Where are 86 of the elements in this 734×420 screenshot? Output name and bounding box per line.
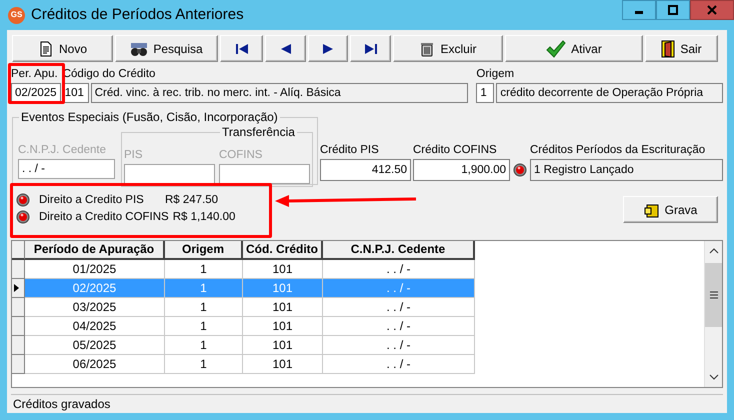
cabinet-icon	[644, 202, 660, 218]
scroll-up-icon	[708, 246, 718, 255]
first-button[interactable]	[220, 35, 263, 62]
group-title: Eventos Especiais (Fusão, Cisão, Incorporação)	[19, 110, 280, 124]
trash-can-icon	[419, 40, 436, 56]
row-indicator[interactable]	[12, 278, 25, 298]
first-record-icon	[234, 42, 248, 54]
description-field: crédito decorrente de Operação Própria	[496, 83, 723, 103]
maximize-button[interactable]	[656, 0, 690, 20]
scroll-down-icon	[708, 373, 718, 381]
field-label: Crédito PIS	[320, 143, 380, 157]
table-cell: 05/2025	[25, 336, 165, 355]
table-cell: 101	[243, 354, 323, 374]
last-button[interactable]	[350, 35, 391, 62]
origin-code-field[interactable]: 1	[476, 83, 494, 103]
table-cell: 04/2025	[25, 316, 165, 336]
door-icon	[661, 40, 676, 58]
table-cell: 101	[243, 298, 323, 317]
close-button[interactable]	[690, 0, 734, 20]
right-label: Direito a Credito PIS	[39, 193, 145, 207]
table-cell: 06/2025	[25, 354, 165, 374]
status-light-icon	[16, 193, 30, 207]
exit-button[interactable]: Sair	[645, 35, 718, 62]
scroll-bar[interactable]	[704, 240, 722, 387]
scroll-thumb[interactable]	[705, 262, 722, 327]
save-button[interactable]: Grava	[623, 196, 718, 223]
table-cell: 1	[165, 336, 243, 355]
table-cell: . . / -	[323, 336, 475, 355]
table-cell: 03/2025	[25, 298, 165, 317]
field-label: Crédito COFINS	[413, 143, 498, 157]
field-label: Créditos Períodos da Escrituração	[530, 143, 706, 157]
maximize-icon	[668, 5, 678, 15]
cofins-field[interactable]	[219, 164, 310, 184]
binoculars-icon	[130, 40, 148, 56]
grip-icon	[710, 290, 718, 299]
table-cell: 1	[165, 298, 243, 317]
table-cell: 1	[165, 316, 243, 336]
column-header[interactable]: Cód. Crédito	[243, 240, 323, 260]
delete-button[interactable]: Excluir	[393, 35, 503, 62]
pis-field[interactable]	[124, 164, 215, 184]
next-button[interactable]	[308, 35, 348, 62]
field-label: PIS	[124, 148, 144, 162]
group-title: Transferência	[220, 125, 297, 139]
close-icon	[707, 5, 717, 15]
right-amount: R$ 247.50	[165, 193, 218, 207]
right-label: Direito a Credito COFINS	[39, 210, 169, 224]
field-label: Per. Apu.	[11, 67, 59, 81]
document-icon	[38, 40, 54, 56]
row-indicator[interactable]	[12, 260, 25, 279]
status-text: Créditos gravados	[11, 394, 723, 413]
table-cell: 1	[165, 354, 243, 374]
previous-button[interactable]	[265, 35, 306, 62]
description-field: Créd. vinc. à rec. trib. no merc. int. - Alíq. Básica	[90, 83, 468, 103]
field-label: Origem	[476, 67, 516, 81]
window-title: Créditos de Períodos Anteriores	[31, 4, 244, 25]
new-button[interactable]: Novo	[12, 35, 113, 62]
table-cell: 101	[243, 316, 323, 336]
period-field[interactable]: 02/2025	[11, 83, 61, 103]
table-cell: . . / -	[323, 298, 475, 317]
field-label: C.N.P.J. Cedente	[18, 143, 108, 157]
app-icon: GS	[8, 6, 25, 24]
current-row-icon	[12, 282, 20, 293]
table-cell: . . / -	[323, 278, 475, 298]
table-cell: 02/2025	[25, 278, 165, 298]
previous-record-icon	[280, 42, 292, 54]
credit-pis-field[interactable]: 412.50	[320, 159, 411, 181]
check-mark-icon	[546, 40, 566, 58]
column-header[interactable]: Período de Apuração	[25, 240, 165, 260]
column-header[interactable]: C.N.P.J. Cedente	[323, 240, 475, 260]
search-button[interactable]: Pesquisa	[115, 35, 218, 62]
next-record-icon	[322, 42, 334, 54]
table-cell: 101	[243, 336, 323, 355]
status-light-icon	[513, 163, 527, 177]
status-light-icon	[16, 210, 30, 224]
table-cell: 101	[243, 278, 323, 298]
right-amount: R$ 1,140.00	[172, 210, 236, 224]
table-cell: . . / -	[323, 354, 475, 374]
minimize-button[interactable]	[622, 0, 656, 20]
activate-button[interactable]: Ativar	[505, 35, 643, 62]
column-header[interactable]: Origem	[165, 240, 243, 260]
last-record-icon	[364, 42, 378, 54]
table-cell: 1	[165, 278, 243, 298]
table-cell: . . / -	[323, 316, 475, 336]
credit-cofins-field[interactable]: 1,900.00	[413, 159, 510, 181]
field-label: COFINS	[219, 148, 264, 162]
period-credits-field: 1 Registro Lançado	[530, 159, 723, 181]
